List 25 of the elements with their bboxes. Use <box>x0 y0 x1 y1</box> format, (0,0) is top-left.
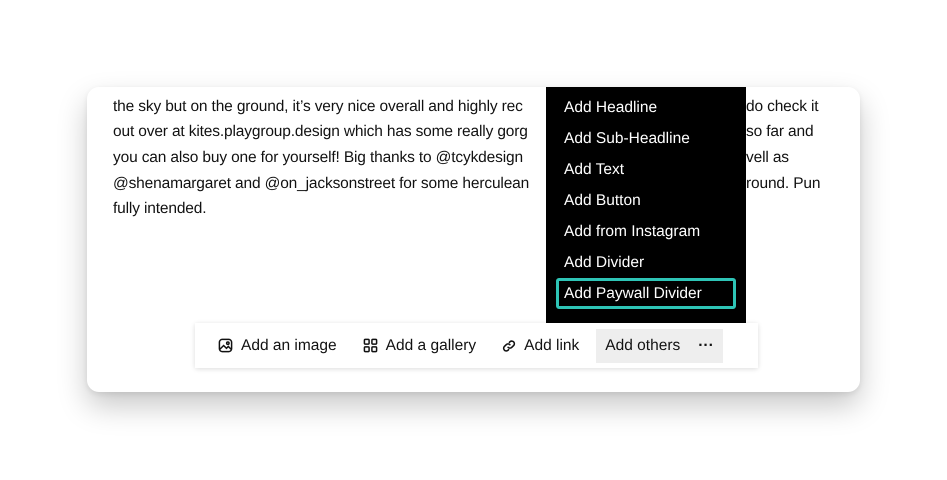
toolbar-button[interactable]: Add an image <box>209 328 346 362</box>
paragraph-text: round. Pun <box>746 174 822 193</box>
toolbar-button[interactable]: Add a gallery <box>354 328 486 362</box>
add-others-button[interactable]: Add others ··· <box>596 328 723 362</box>
menu-item[interactable]: Add from Instagram <box>556 216 736 247</box>
paragraph-text: out over at kites.playgroup.design which has some really gorg <box>113 123 529 142</box>
menu-item[interactable]: Add Text <box>556 154 736 185</box>
paragraph-text: @shenamargaret and @on_jacksonstreet for some herculean <box>113 174 530 193</box>
menu-item[interactable]: Add Headline <box>556 92 736 123</box>
menu-item[interactable]: Add Sub-Headline <box>556 123 736 154</box>
menu-item[interactable]: Add Button <box>556 185 736 216</box>
menu-item[interactable]: Add Paywall Divider <box>556 278 736 309</box>
link-icon <box>502 338 516 352</box>
paragraph-text: fully intended. <box>113 200 208 218</box>
image-icon <box>218 338 233 353</box>
toolbar-button[interactable]: Add link <box>493 328 588 362</box>
button-label: Add others <box>605 336 680 354</box>
paragraph-text: so far and <box>746 123 814 142</box>
paragraph-text: do check it <box>746 98 820 116</box>
menu-item[interactable]: Add Divider <box>556 247 736 278</box>
paragraph-text: the sky but on the ground, it’s very nice overall and highly rec <box>113 98 524 116</box>
paragraph-text: you can also buy one for yourself! Big thanks to @tcykdesign <box>113 148 524 167</box>
paragraph-text: vell as <box>746 148 790 167</box>
grid-icon <box>362 338 378 353</box>
more-icon: ··· <box>698 336 714 354</box>
